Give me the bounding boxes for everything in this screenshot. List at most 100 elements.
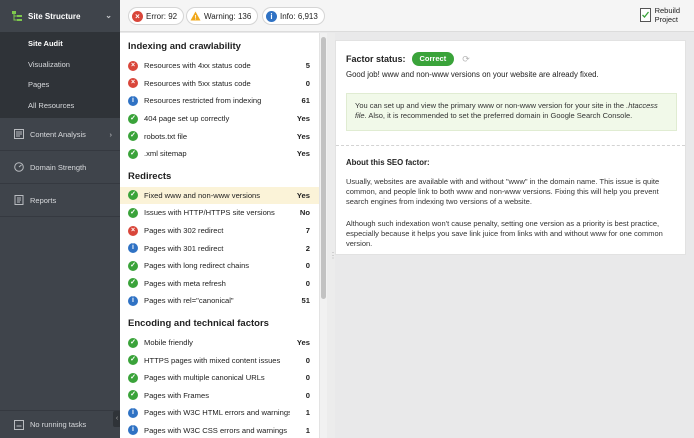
- factor-label: robots.txt file: [144, 131, 188, 141]
- chevron-right-icon[interactable]: ›: [110, 130, 113, 139]
- error-icon: ×: [128, 60, 138, 71]
- factor-value: 0: [305, 278, 310, 288]
- factor-detail-panel: Factor status: Correct ⟳ Good job! www a…: [335, 40, 686, 255]
- factor-label: Pages with Frames: [144, 390, 209, 400]
- factor-row[interactable]: ✓ Pages with meta refresh 0: [120, 275, 320, 293]
- sidebar-item-reports[interactable]: Reports: [0, 184, 120, 217]
- factor-value: 0: [305, 390, 310, 400]
- factor-value: 5: [305, 61, 310, 71]
- info-count: 6,913: [297, 11, 318, 21]
- factor-value: 2: [305, 243, 310, 253]
- factor-status-header: Factor status: Correct ⟳: [346, 52, 470, 66]
- info-icon: i: [128, 407, 138, 418]
- factor-row[interactable]: × Resources with 4xx status code 5: [120, 57, 320, 75]
- check-icon: ✓: [128, 355, 138, 366]
- check-icon: ✓: [128, 278, 138, 289]
- factor-row[interactable]: ✓ Issues with HTTP/HTTPS site versions No: [120, 204, 320, 222]
- panel-splitter[interactable]: ⋮: [327, 33, 337, 438]
- warning-icon: !: [190, 11, 201, 21]
- check-icon: ✓: [128, 390, 138, 401]
- topbar: × Error: 92 ! Warning: 136 i Info: 6,913…: [120, 0, 694, 32]
- list-scrollbar[interactable]: [319, 33, 327, 438]
- check-icon: ✓: [128, 207, 138, 218]
- factor-label: Fixed www and non-www versions: [144, 190, 261, 200]
- scrollbar-thumb[interactable]: [321, 37, 326, 299]
- factor-row[interactable]: ✓ Pages with Frames 0: [120, 387, 320, 405]
- info-icon: i: [128, 295, 138, 306]
- factor-row[interactable]: × Resources with 5xx status code 0: [120, 75, 320, 93]
- error-icon: ×: [132, 10, 143, 22]
- refresh-icon[interactable]: ⟳: [462, 54, 470, 65]
- sidebar-submenu: Site Audit Visualization Pages All Resou…: [0, 32, 120, 118]
- factor-row[interactable]: ✓ Mobile friendly Yes: [120, 334, 320, 352]
- factor-status-label: Factor status:: [346, 54, 406, 64]
- factor-label: Pages with long redirect chains: [144, 261, 250, 271]
- factor-row[interactable]: i Pages with 301 redirect 2: [120, 239, 320, 257]
- task-status: No running tasks: [0, 410, 120, 438]
- factor-value: 0: [305, 355, 310, 365]
- factor-row[interactable]: ✓ HTTPS pages with mixed content issues 0: [120, 351, 320, 369]
- sidebar-header-label: Site Structure: [28, 11, 81, 21]
- factor-row[interactable]: ✓ robots.txt file Yes: [120, 127, 320, 145]
- recommendation-box: You can set up and view the primary www …: [346, 93, 677, 131]
- factor-label: Issues with HTTP/HTTPS site versions: [144, 208, 275, 218]
- sidebar-item-all-resources[interactable]: All Resources: [0, 96, 120, 117]
- gauge-icon: [14, 162, 24, 172]
- factor-label: Pages with rel="canonical": [144, 296, 234, 306]
- content-analysis-icon: [14, 129, 24, 139]
- factor-row[interactable]: i Pages with rel="canonical" 51: [120, 292, 320, 310]
- factor-label: 404 page set up correctly: [144, 114, 230, 124]
- error-icon: ×: [128, 225, 138, 236]
- check-icon: ✓: [128, 260, 138, 271]
- factor-list: Indexing and crawlability × Resources with…: [120, 33, 320, 438]
- sidebar-item-visualization[interactable]: Visualization: [0, 55, 120, 76]
- sidebar-item-site-structure[interactable]: Site Structure ⌄: [0, 0, 120, 32]
- factor-row[interactable]: ✓ Pages with multiple canonical URLs 0: [120, 369, 320, 387]
- error-filter[interactable]: × Error: 92: [128, 7, 185, 25]
- info-label: Info:: [280, 11, 296, 21]
- warning-count: 136: [237, 11, 252, 21]
- sidebar-section-label: Content Analysis: [30, 129, 86, 139]
- factor-value: Yes: [296, 190, 310, 200]
- info-icon: i: [128, 243, 138, 254]
- factor-value: 0: [305, 373, 310, 383]
- factor-row[interactable]: i Pages with W3C CSS errors and warnings 1: [120, 422, 320, 438]
- factor-label: .xml sitemap: [144, 149, 187, 159]
- factor-value: Yes: [296, 338, 310, 348]
- svg-text:!: !: [195, 16, 197, 22]
- info-icon: i: [128, 95, 138, 106]
- rebuild-icon: [639, 8, 651, 22]
- sidebar-item-domain-strength[interactable]: Domain Strength: [0, 151, 120, 184]
- factor-label: Pages with W3C HTML errors and warnings: [144, 408, 290, 418]
- error-label: Error:: [146, 11, 166, 21]
- factor-label: Resources with 5xx status code: [144, 78, 251, 88]
- sidebar-section-label: Reports: [30, 195, 57, 205]
- warning-filter[interactable]: ! Warning: 136: [186, 7, 259, 25]
- divider: [336, 145, 685, 146]
- sidebar-item-pages[interactable]: Pages: [0, 75, 120, 96]
- group-title: Encoding and technical factors: [128, 317, 269, 329]
- chevron-down-icon[interactable]: ⌄: [105, 11, 112, 20]
- about-title: About this SEO factor:: [346, 158, 430, 167]
- factor-value: 0: [305, 78, 310, 88]
- check-icon: ✓: [128, 113, 138, 124]
- factor-value: Yes: [296, 114, 310, 124]
- factor-row[interactable]: i Pages with W3C HTML errors and warnings…: [120, 404, 320, 422]
- factor-label: Pages with 301 redirect: [144, 243, 224, 253]
- sidebar-item-site-audit[interactable]: Site Audit: [0, 34, 120, 55]
- factor-row[interactable]: i Resources restricted from indexing 61: [120, 92, 320, 110]
- group-title: Redirects: [128, 170, 172, 182]
- info-filter[interactable]: i Info: 6,913: [262, 7, 325, 25]
- rebuild-project-button[interactable]: Rebuild Project: [639, 6, 680, 24]
- factor-value: 61: [301, 96, 310, 106]
- sidebar-item-content-analysis[interactable]: Content Analysis ›: [0, 118, 120, 151]
- factor-label: Pages with meta refresh: [144, 278, 226, 288]
- factor-row[interactable]: ✓ Fixed www and non-www versions Yes: [120, 186, 320, 205]
- rebuild-label: Rebuild Project: [654, 6, 680, 24]
- factor-row[interactable]: ✓ .xml sitemap Yes: [120, 145, 320, 163]
- factor-row[interactable]: × Pages with 302 redirect 7: [120, 222, 320, 240]
- factor-row[interactable]: ✓ Pages with long redirect chains 0: [120, 257, 320, 275]
- factor-row[interactable]: ✓ 404 page set up correctly Yes: [120, 110, 320, 128]
- site-structure-icon: [12, 11, 22, 21]
- check-icon: ✓: [128, 190, 138, 201]
